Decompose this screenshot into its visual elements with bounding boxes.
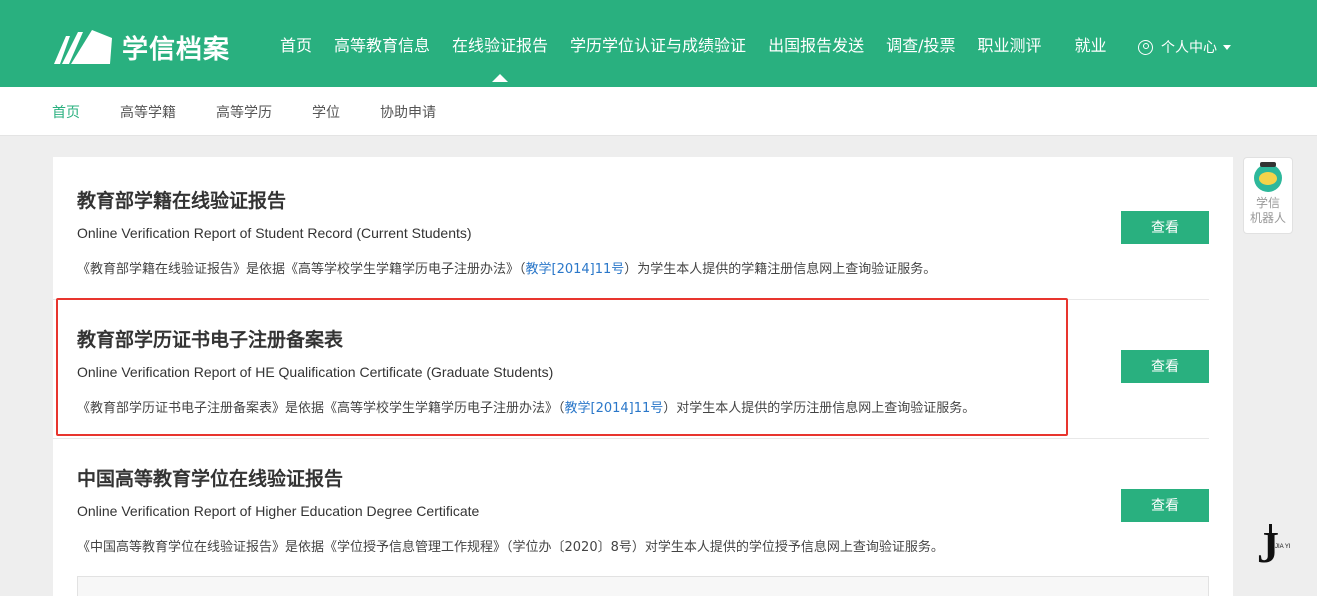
top-header: 学信档案 首页 高等教育信息 在线验证报告 学历学位认证与成绩验证 出国报告发送… [0,0,1317,87]
view-degree-button[interactable]: 查看 [1121,489,1209,522]
site-logo[interactable]: 学信档案 [52,27,230,67]
logo-icon [54,30,112,64]
subnav-assist-apply[interactable]: 协助申请 [380,102,436,122]
report-subtitle: Online Verification Report of Student Re… [77,225,472,241]
user-center-label: 个人中心 [1161,40,1217,56]
subnav-home[interactable]: 首页 [52,102,80,122]
report-title: 中国高等教育学位在线验证报告 [77,468,344,490]
main-nav: 首页 高等教育信息 在线验证报告 学历学位认证与成绩验证 出国报告发送 调查/投… [269,0,1118,87]
nav-certification[interactable]: 学历学位认证与成绩验证 [570,32,746,56]
robot-label-line1: 学信 [1255,196,1280,210]
watermark-logo: J JIA YI [1257,523,1291,568]
report-list-panel: 教育部学籍在线验证报告 Online Verification Report o… [53,157,1233,596]
subnav-degree[interactable]: 学位 [312,102,340,122]
report-desc-text: 《教育部学籍在线验证报告》是依据《高等学校学生学籍学历电子注册办法》（ [77,262,526,277]
nav-survey[interactable]: 调查/投票 [886,32,955,56]
user-icon [1138,39,1153,55]
sub-nav: 首页 高等学籍 高等学历 学位 协助申请 [52,87,476,136]
chat-robot-widget[interactable]: 学信 机器人 [1243,157,1293,234]
report-item-degree: 中国高等教育学位在线验证报告 Online Verification Repor… [77,464,1209,555]
view-qualification-button[interactable]: 查看 [1121,350,1209,383]
robot-label: 学信 机器人 [1244,196,1292,226]
report-item-student-record: 教育部学籍在线验证报告 Online Verification Report o… [77,186,1209,277]
report-subtitle: Online Verification Report of Higher Edu… [77,503,480,519]
divider [53,438,1209,439]
robot-label-line2: 机器人 [1249,211,1286,225]
report-description: 《中国高等教育学位在线验证报告》是依据《学位授予信息管理工作规程》（学位办〔20… [77,536,1209,555]
user-center-menu[interactable]: 个人中心 [1138,37,1231,57]
nav-career-assessment[interactable]: 职业测评 [977,32,1041,56]
report-desc-text-end: ）为学生本人提供的学籍注册信息网上查询验证服务。 [624,262,937,277]
nav-overseas-report[interactable]: 出国报告发送 [768,32,864,56]
logo-text: 学信档案 [122,34,231,65]
info-box [77,576,1209,596]
report-description: 《教育部学籍在线验证报告》是依据《高等学校学生学籍学历电子注册办法》（教学[20… [77,258,1209,277]
robot-icon [1254,162,1282,192]
nav-higher-edu-info[interactable]: 高等教育信息 [334,32,430,56]
nav-online-verification[interactable]: 在线验证报告 [452,32,548,82]
subnav-student-record[interactable]: 高等学籍 [120,102,176,122]
report-desc-text: 《中国高等教育学位在线验证报告》是依据《学位授予信息管理工作规程》（学位办〔20… [77,540,944,555]
chevron-down-icon [1223,44,1231,50]
watermark-text: JIA YI [1275,544,1291,550]
subnav-qualification[interactable]: 高等学历 [216,102,272,122]
sub-nav-bar: 首页 高等学籍 高等学历 学位 协助申请 [0,87,1317,136]
highlight-box [56,298,1068,436]
nav-employment[interactable]: 就业 [1075,32,1107,56]
regulation-link[interactable]: 教学[2014]11号 [526,262,625,277]
view-student-record-button[interactable]: 查看 [1121,211,1209,244]
report-title: 教育部学籍在线验证报告 [77,190,287,212]
nav-home[interactable]: 首页 [280,32,312,56]
